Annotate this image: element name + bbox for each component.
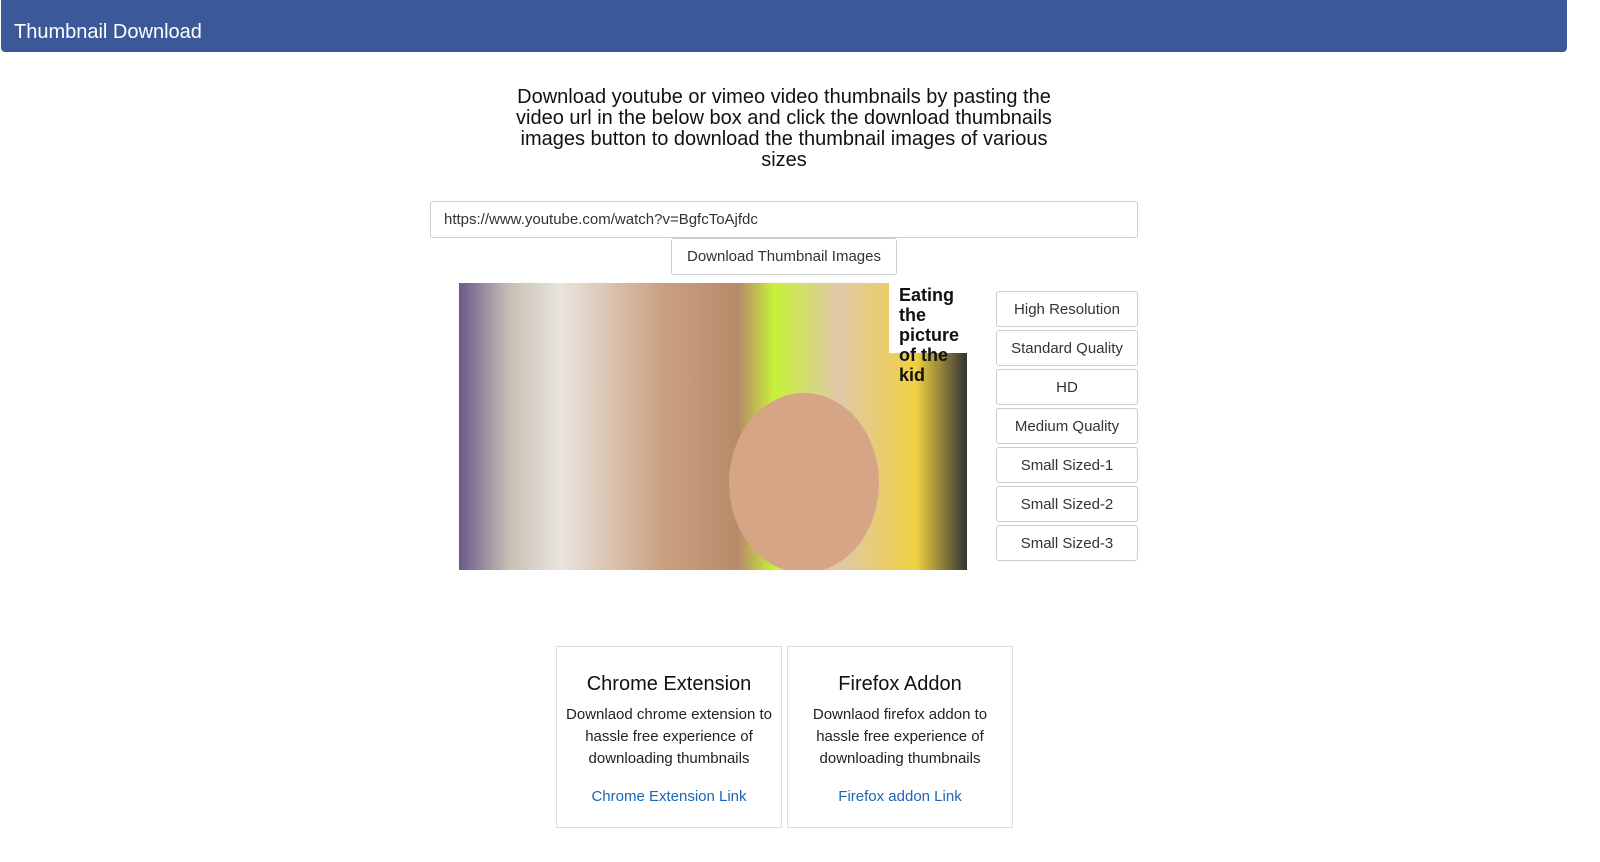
quality-hd-button[interactable]: HD	[996, 369, 1138, 405]
quality-small-3-button[interactable]: Small Sized-3	[996, 525, 1138, 561]
thumbnail-image: Eating the picture of the kid	[459, 283, 967, 570]
download-thumbnails-button[interactable]: Download Thumbnail Images	[671, 238, 897, 275]
intro-text: Download youtube or vimeo video thumbnai…	[516, 86, 1052, 171]
chrome-extension-card: Chrome Extension Downlaod chrome extensi…	[556, 646, 782, 828]
firefox-addon-card: Firefox Addon Downlaod firefox addon to …	[787, 646, 1013, 828]
navbar: Thumbnail Download	[1, 0, 1567, 52]
quality-small-2-button[interactable]: Small Sized-2	[996, 486, 1138, 522]
thumbnail-face	[729, 393, 879, 570]
quality-standard-button[interactable]: Standard Quality	[996, 330, 1138, 366]
video-url-input[interactable]	[430, 201, 1138, 238]
card-title: Chrome Extension	[586, 673, 752, 695]
card-title: Firefox Addon	[838, 673, 962, 695]
thumbnail-caption: Eating the picture of the kid	[889, 283, 967, 385]
quality-high-resolution-button[interactable]: High Resolution	[996, 291, 1138, 327]
chrome-extension-link[interactable]: Chrome Extension Link	[557, 788, 781, 805]
quality-medium-button[interactable]: Medium Quality	[996, 408, 1138, 444]
firefox-addon-link[interactable]: Firefox addon Link	[788, 788, 1012, 805]
quality-small-1-button[interactable]: Small Sized-1	[996, 447, 1138, 483]
card-text: Downlaod chrome extension to hassle free…	[566, 706, 772, 767]
quality-buttons: High Resolution Standard Quality HD Medi…	[996, 291, 1138, 564]
brand-title[interactable]: Thumbnail Download	[14, 21, 202, 44]
card-text: Downlaod firefox addon to hassle free ex…	[812, 706, 988, 767]
